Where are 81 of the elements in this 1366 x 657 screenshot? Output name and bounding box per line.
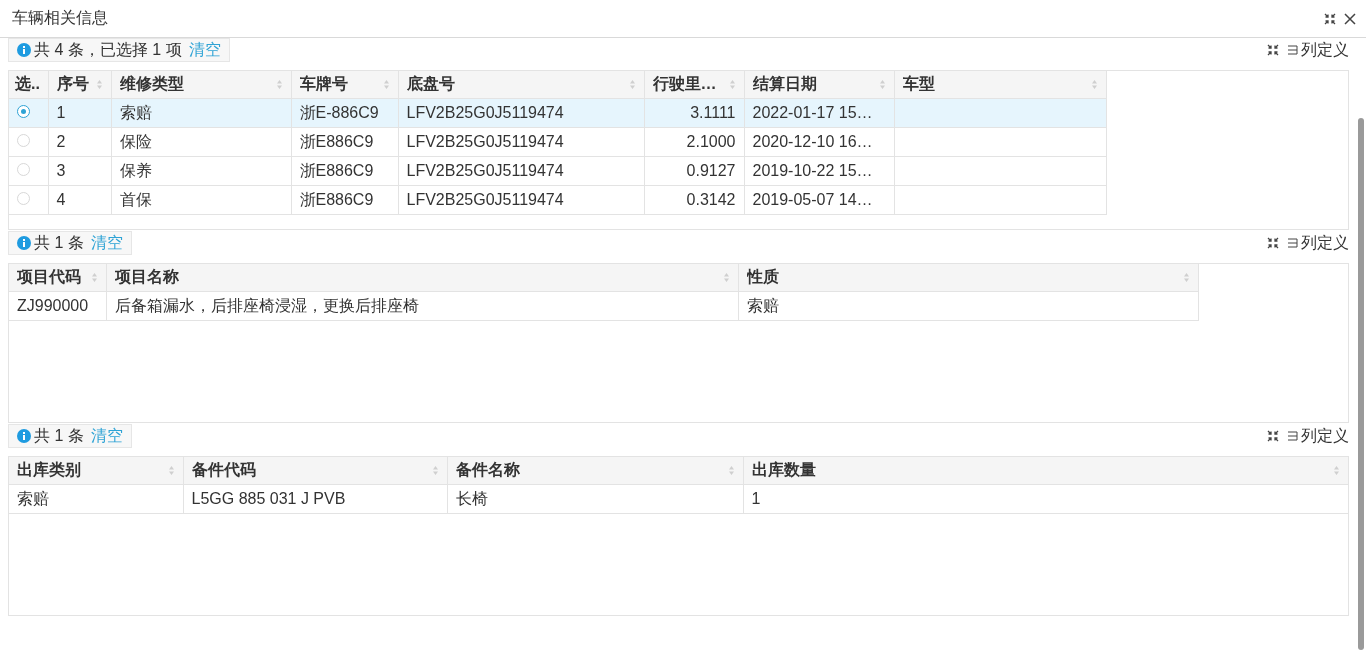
column-header[interactable]: 备件代码 <box>183 457 447 485</box>
column-header[interactable]: 维修类型 <box>111 71 291 99</box>
fullscreen-button[interactable] <box>1267 44 1279 56</box>
sort-icon[interactable] <box>382 79 390 90</box>
sort-icon[interactable] <box>878 79 886 90</box>
close-button[interactable] <box>1344 12 1356 25</box>
sort-icon[interactable] <box>1332 465 1340 476</box>
column-header[interactable]: 性质 <box>738 264 1198 292</box>
table-cell: 后备箱漏水，后排座椅浸湿，更换后排座椅 <box>106 291 738 321</box>
column-header[interactable]: 底盘号 <box>398 71 644 99</box>
sort-icon[interactable] <box>1182 272 1190 283</box>
table-cell: 4 <box>48 185 111 215</box>
sort-icon[interactable] <box>167 465 175 476</box>
table-cell: 2 <box>48 127 111 157</box>
sort-icon[interactable] <box>431 465 439 476</box>
sort-icon[interactable] <box>95 79 103 90</box>
column-header[interactable]: 行驶里… <box>644 71 744 99</box>
column-header[interactable]: 项目代码 <box>9 264 106 292</box>
fullscreen-button[interactable] <box>1267 237 1279 249</box>
column-header[interactable]: 出库数量 <box>743 457 1348 485</box>
table-cell: 3.1111 <box>644 98 744 128</box>
table-cell: 1 <box>743 484 1348 514</box>
column-settings-button[interactable]: 列定义 <box>1287 232 1349 254</box>
scrollbar-thumb[interactable] <box>1358 118 1364 650</box>
sort-icon[interactable] <box>722 272 730 283</box>
restore-button[interactable] <box>1324 12 1336 25</box>
sort-icon[interactable] <box>727 465 735 476</box>
fullscreen-button[interactable] <box>1267 430 1279 442</box>
table-cell: 索赔 <box>738 291 1198 321</box>
info-icon <box>17 236 31 250</box>
sort-icon[interactable] <box>275 79 283 90</box>
list-icon <box>1287 237 1299 249</box>
record-count: 共 1 条 <box>34 425 84 446</box>
sort-icon[interactable] <box>90 272 98 283</box>
table-cell: 浙E-886C9 <box>291 98 398 128</box>
column-header[interactable]: 结算日期 <box>744 71 894 99</box>
column-header[interactable]: 车型 <box>894 71 1106 99</box>
column-header[interactable]: 备件名称 <box>447 457 743 485</box>
sort-icon[interactable] <box>1090 79 1098 90</box>
column-header[interactable]: 选.. <box>9 71 48 99</box>
info-icon <box>17 43 31 57</box>
window-title: 车辆相关信息 <box>12 8 108 28</box>
table-cell: 索赔 <box>9 484 183 514</box>
table-cell: 索赔 <box>111 98 291 128</box>
table-cell: 2019-05-07 14… <box>744 185 894 215</box>
sort-icon[interactable] <box>728 79 736 90</box>
table-cell: 1 <box>48 98 111 128</box>
table-cell: 首保 <box>111 185 291 215</box>
close-icon <box>1344 12 1356 25</box>
table-cell: ZJ990000 <box>9 291 106 321</box>
column-header[interactable]: 出库类别 <box>9 457 183 485</box>
table-cell: LFV2B25G0J5119474 <box>398 156 644 186</box>
table-cell: L5GG 885 031 J PVB <box>183 484 447 514</box>
table-cell: 保养 <box>111 156 291 186</box>
table-cell: LFV2B25G0J5119474 <box>398 127 644 157</box>
record-count: 共 1 条 <box>34 232 84 253</box>
record-count: 共 4 条，已选择 1 项 <box>34 39 182 60</box>
list-icon <box>1287 430 1299 442</box>
table-cell: 长椅 <box>447 484 743 514</box>
info-icon <box>17 429 31 443</box>
table-cell: LFV2B25G0J5119474 <box>398 98 644 128</box>
list-icon <box>1287 44 1299 56</box>
table-cell: 保险 <box>111 127 291 157</box>
row-radio[interactable] <box>17 105 30 118</box>
table-cell: 浙E886C9 <box>291 156 398 186</box>
table-cell: 2020-12-10 16… <box>744 127 894 157</box>
table-cell: 浙E886C9 <box>291 185 398 215</box>
sort-icon[interactable] <box>628 79 636 90</box>
table-cell: 3 <box>48 156 111 186</box>
table-cell: 浙E886C9 <box>291 127 398 157</box>
column-header[interactable]: 车牌号 <box>291 71 398 99</box>
column-header[interactable]: 项目名称 <box>106 264 738 292</box>
table-cell: 0.9127 <box>644 156 744 186</box>
table-cell: 2022-01-17 15… <box>744 98 894 128</box>
table-cell: LFV2B25G0J5119474 <box>398 185 644 215</box>
column-settings-button[interactable]: 列定义 <box>1287 425 1349 447</box>
table-cell: 0.3142 <box>644 185 744 215</box>
table-cell: 2019-10-22 15… <box>744 156 894 186</box>
column-header[interactable]: 序号 <box>48 71 111 99</box>
column-settings-button[interactable]: 列定义 <box>1287 39 1349 61</box>
table-cell: 2.1000 <box>644 127 744 157</box>
